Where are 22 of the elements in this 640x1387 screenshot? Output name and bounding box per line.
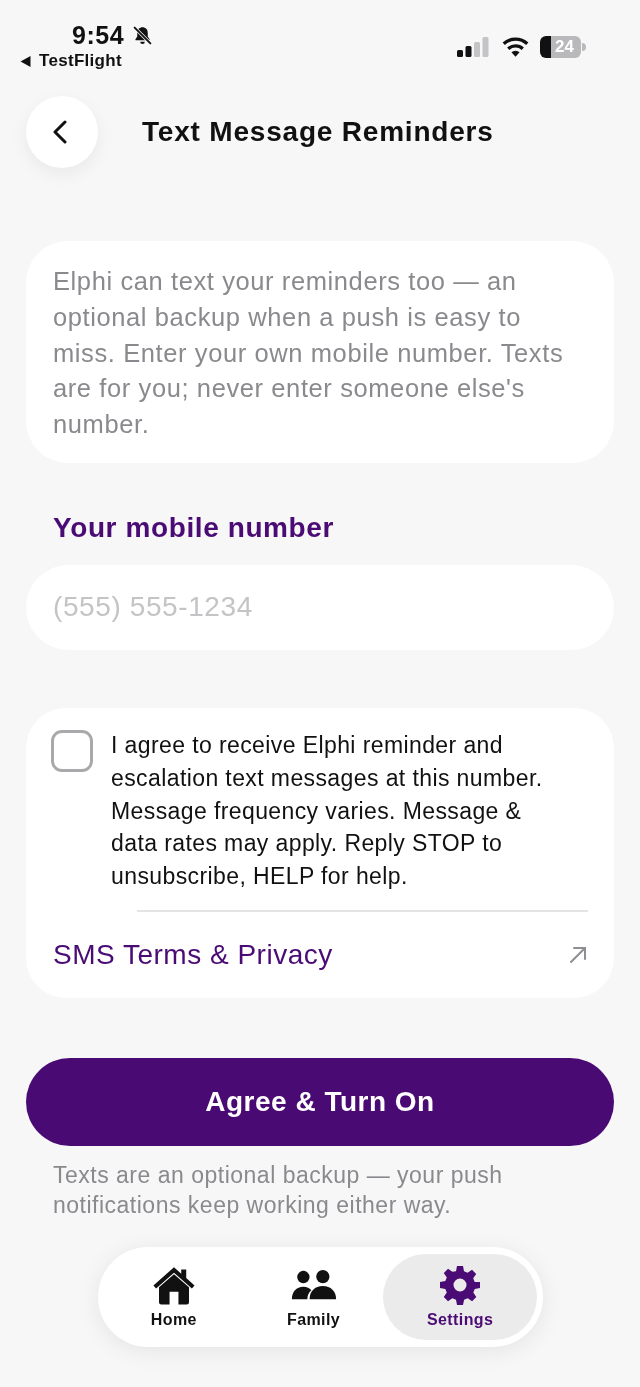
back-to-app-link[interactable]: TestFlight: [39, 51, 122, 71]
bell-slash-icon: [132, 24, 154, 46]
tab-item[interactable]: Family: [243, 1253, 384, 1340]
external-arrow-icon[interactable]: [569, 945, 587, 964]
phone-field-label: Your mobile number: [53, 511, 334, 545]
tab-item[interactable]: Home: [104, 1253, 244, 1340]
agree-turn-on-button[interactable]: Agree & Turn On: [26, 1057, 614, 1146]
phone-number-field[interactable]: (555) 555-1234: [26, 565, 614, 650]
sms-terms-link[interactable]: SMS Terms & Privacy: [53, 938, 333, 971]
battery-indicator: 24: [540, 36, 581, 58]
intro-text: Elphi can text your reminders too — an optional backup when a push is easy to miss. Enter your own mobile number. Texts are for you; never enter someone else's number.: [53, 266, 565, 441]
battery-cap-icon: [582, 43, 586, 51]
wifi-icon: [502, 37, 529, 57]
page-title: Text Message Reminders: [142, 116, 494, 148]
back-triangle-icon[interactable]: [20, 55, 31, 67]
tab-item[interactable]: Settings: [383, 1253, 537, 1340]
footnote-text: Texts are an optional backup — your push notifications keep working either way.: [53, 1160, 504, 1220]
consent-checkbox[interactable]: [51, 730, 93, 772]
consent-text: I agree to receive Elphi reminder and escalation text messages at this number. Message frequency varies. Message & data rates may apply. Reply STOP to unsubscribe, HELP for help.: [111, 731, 544, 892]
chevron-left-icon: [53, 120, 67, 144]
signal-icon: [457, 37, 489, 57]
status-time: 9:54: [72, 20, 125, 50]
